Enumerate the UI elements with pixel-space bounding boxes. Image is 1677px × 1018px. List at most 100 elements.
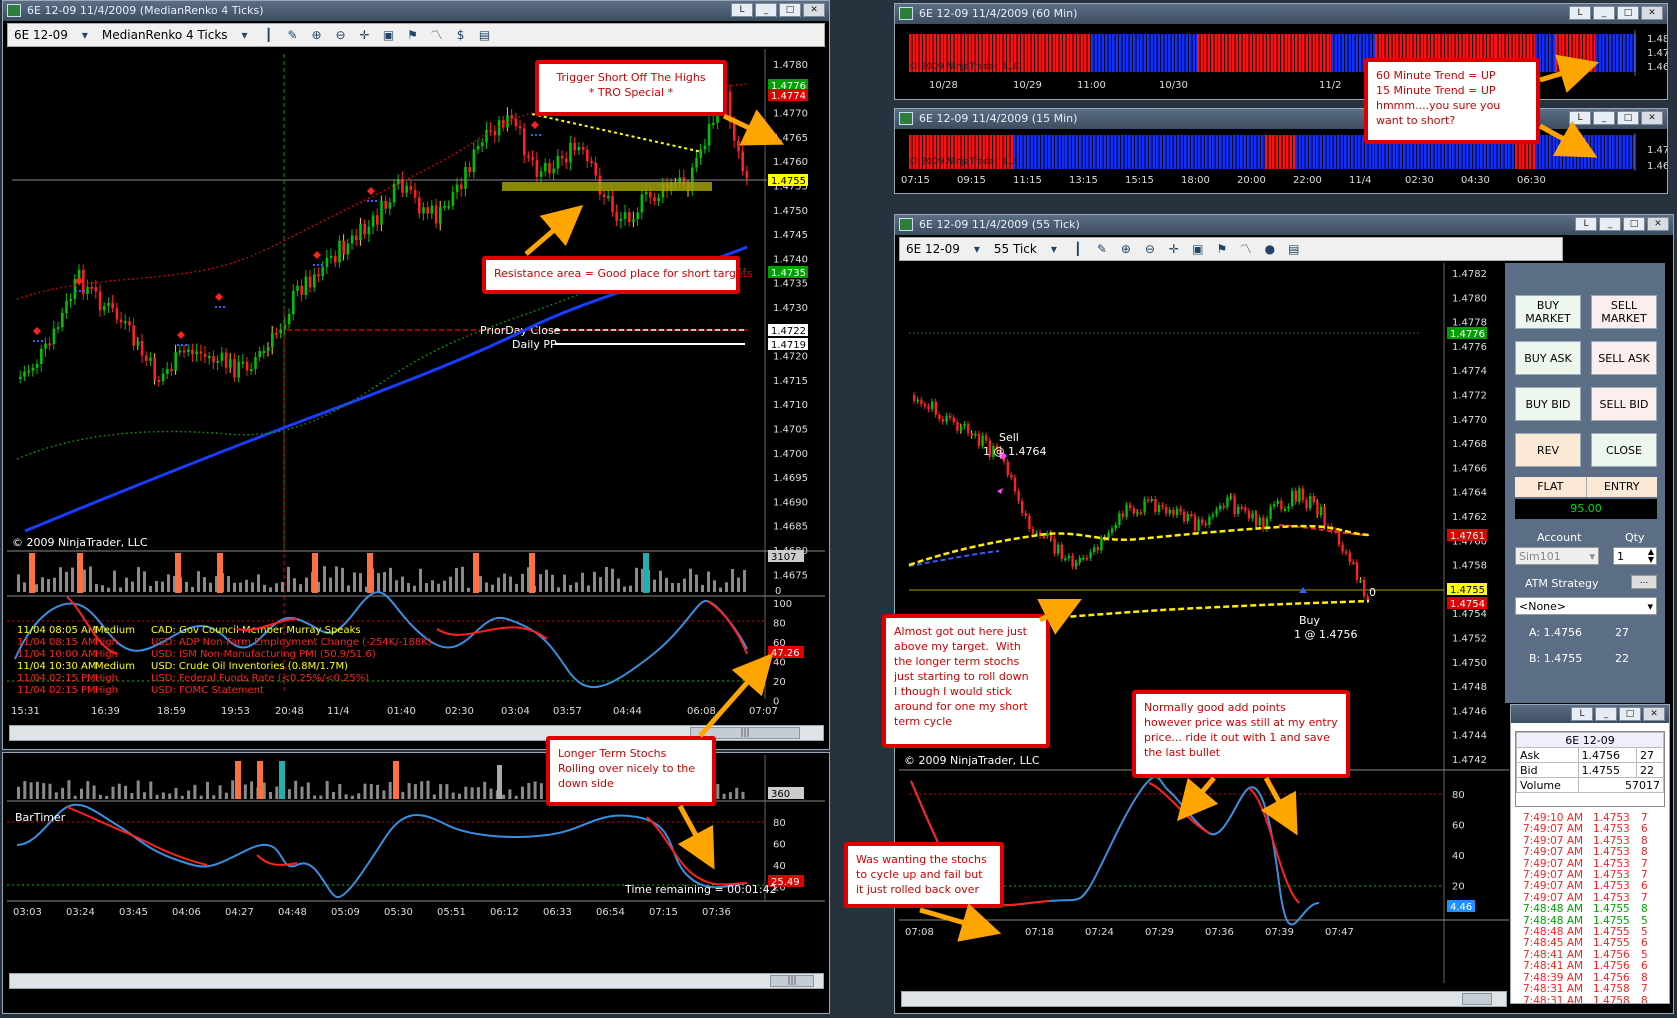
signal-marker	[367, 187, 375, 195]
trend-bar	[1580, 135, 1584, 169]
time-and-sales-tape[interactable]: 7:49:10 AM 1.4753 7 7:49:07 AM 1.4753 6 7:49:0…	[1523, 812, 1663, 1003]
indicator-icon[interactable]: 〽	[1239, 242, 1253, 256]
renko-bar	[586, 149, 589, 162]
close-button[interactable]: ✕	[1643, 707, 1665, 721]
tick-bar	[1165, 506, 1168, 514]
trend-bar	[1051, 135, 1055, 169]
signal-marker	[313, 251, 321, 259]
data-box-icon[interactable]: ▤	[478, 28, 492, 42]
maximize-button[interactable]: □	[1617, 111, 1639, 125]
scrollbar-thumb[interactable]: |||	[770, 975, 814, 987]
volume-bar	[455, 568, 458, 592]
dropdown-arrow-icon[interactable]: ▾	[78, 28, 92, 42]
volume-bar	[383, 572, 386, 592]
properties-icon[interactable]: ▣	[382, 28, 396, 42]
zoom-in-icon[interactable]: ⊕	[1119, 242, 1133, 256]
record-icon[interactable]: ●	[1263, 242, 1277, 256]
dropdown-arrow-icon[interactable]: ▾	[970, 242, 984, 256]
crosshair-icon[interactable]: ✛	[358, 28, 372, 42]
sell-ask-button[interactable]: SELL ASK	[1591, 341, 1657, 375]
currency-icon[interactable]: $	[454, 28, 468, 42]
dropdown-arrow-icon[interactable]: ▾	[1589, 548, 1595, 565]
renko-bar	[23, 371, 26, 377]
dropdown-arrow-icon[interactable]: ▾	[1647, 598, 1653, 615]
qty-input[interactable]: 1 ▲ ▼	[1613, 547, 1657, 565]
link-button[interactable]: L	[1569, 111, 1591, 125]
crosshair-icon[interactable]: ✛	[1167, 242, 1181, 256]
maximize-button[interactable]: □	[779, 3, 801, 17]
link-button[interactable]: L	[731, 3, 753, 17]
renko-price-chart[interactable]: 1.47801.47751.47701.47651.47601.47551.47…	[7, 49, 825, 739]
renko-bar	[258, 351, 261, 358]
zoom-out-icon[interactable]: ⊖	[334, 28, 348, 42]
indicator-icon[interactable]: 〽	[430, 28, 444, 42]
sell-bid-button[interactable]: SELL BID	[1591, 387, 1657, 421]
atm-options-button[interactable]: ...	[1631, 575, 1657, 589]
trend-bar-chart-15min[interactable]: 1.4710 1.4630 07:15 09:15 11:15 13:15 15:15 18…	[895, 131, 1667, 193]
price-axis: 1.4840 1.4730 1.4620	[1634, 30, 1667, 76]
instrument-selector[interactable]: 6E 12-09	[14, 24, 68, 46]
link-button[interactable]: L	[1575, 217, 1597, 231]
buy-ask-button[interactable]: BUY ASK	[1515, 341, 1581, 375]
close-button[interactable]: ✕	[803, 3, 825, 17]
horizontal-scrollbar[interactable]	[901, 991, 1507, 1007]
window-title-bar[interactable]: 6E 12-09 11/4/2009 (55 Tick) L _ □ ✕	[895, 215, 1673, 235]
sell-market-button[interactable]: SELL MARKET	[1591, 295, 1657, 329]
pencil-draw-icon[interactable]: ✎	[286, 28, 300, 42]
link-button[interactable]: L	[1571, 707, 1593, 721]
maximize-button[interactable]: □	[1623, 217, 1645, 231]
bar-type-icon[interactable]: ┃	[1071, 242, 1085, 256]
window-title-bar[interactable]: 6E 12-09 11/4/2009 (15 Min) L _ □ ✕	[895, 109, 1667, 129]
close-button[interactable]: ✕	[1647, 217, 1669, 231]
window-title-bar[interactable]: 6E 12-09 11/4/2009 (60 Min) L _ □ ✕	[895, 4, 1667, 24]
window-title-bar[interactable]: L _ □ ✕	[1511, 705, 1669, 723]
buy-market-button[interactable]: BUY MARKET	[1515, 295, 1581, 329]
volume-bar	[485, 582, 488, 592]
account-select[interactable]: Sim101 ▾	[1515, 547, 1599, 565]
pencil-draw-icon[interactable]: ✎	[1095, 242, 1109, 256]
time-tick-label: 03:45	[119, 907, 148, 918]
volume-bar	[569, 584, 572, 592]
minimize-button[interactable]: _	[1599, 217, 1621, 231]
tick-bar	[1129, 504, 1132, 509]
trend-bar-chart-60min[interactable]: 1.4840 1.4730 1.4620 10/28 10/29 11:00 10/30 1…	[895, 26, 1667, 99]
trend-bar	[1622, 135, 1626, 169]
dropdown-arrow-icon[interactable]: ▾	[1047, 242, 1061, 256]
link-button[interactable]: L	[1569, 6, 1591, 20]
atm-strategy-select[interactable]: <None> ▾	[1515, 597, 1657, 615]
close-button[interactable]: ✕	[1641, 111, 1663, 125]
bar-type-icon[interactable]: ┃	[262, 28, 276, 42]
minimize-button[interactable]: _	[755, 3, 777, 17]
minimize-button[interactable]: _	[1593, 111, 1615, 125]
reverse-button[interactable]: REV	[1515, 433, 1581, 467]
strategy-icon[interactable]: ⚑	[1215, 242, 1229, 256]
trend-bar	[1173, 135, 1177, 169]
window-title-bar[interactable]: 6E 12-09 11/4/2009 (MedianRenko 4 Ticks)…	[3, 1, 829, 21]
renko-bar	[329, 255, 333, 258]
renko-bar	[384, 200, 387, 209]
scrollbar-thumb[interactable]	[1462, 993, 1492, 1005]
entry-marker-icon	[997, 488, 1003, 494]
properties-icon[interactable]: ▣	[1191, 242, 1205, 256]
minimize-button[interactable]: _	[1593, 6, 1615, 20]
buy-bid-button[interactable]: BUY BID	[1515, 387, 1581, 421]
maximize-button[interactable]: □	[1619, 707, 1641, 721]
volume-bar	[17, 574, 20, 592]
horizontal-scrollbar[interactable]: |||	[9, 973, 824, 989]
dropdown-arrow-icon[interactable]: ▾	[238, 28, 252, 42]
instrument-selector[interactable]: 6E 12-09	[906, 238, 960, 260]
period-selector[interactable]: MedianRenko 4 Ticks	[102, 24, 228, 46]
maximize-button[interactable]: □	[1617, 6, 1639, 20]
zoom-out-icon[interactable]: ⊖	[1143, 242, 1157, 256]
period-selector[interactable]: 55 Tick	[994, 238, 1037, 260]
spinner-icon[interactable]: ▲ ▼	[1648, 548, 1654, 564]
zoom-in-icon[interactable]: ⊕	[310, 28, 324, 42]
chart-window-15min: 6E 12-09 11/4/2009 (15 Min) L _ □ ✕ 1.47…	[894, 108, 1668, 194]
minimize-button[interactable]: _	[1595, 707, 1617, 721]
tick-bar	[1121, 513, 1125, 517]
data-box-icon[interactable]: ▤	[1287, 242, 1301, 256]
strategy-icon[interactable]: ⚑	[406, 28, 420, 42]
close-position-button[interactable]: CLOSE	[1591, 433, 1657, 467]
close-button[interactable]: ✕	[1641, 6, 1663, 20]
tick-bar	[920, 399, 923, 405]
